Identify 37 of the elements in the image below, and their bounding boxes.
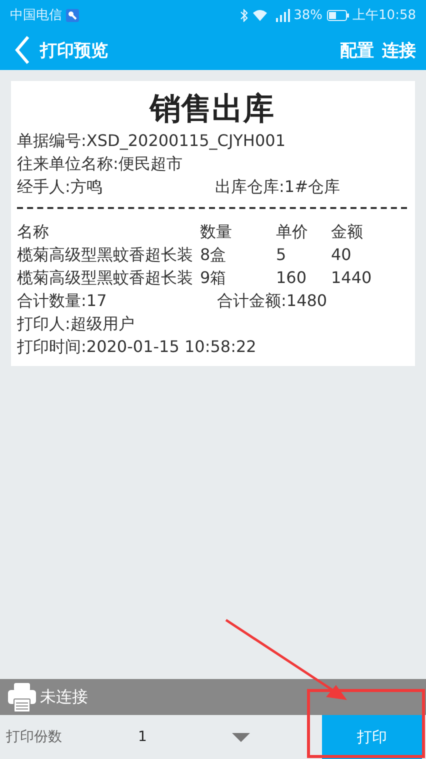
- receipt-info: 出库仓库:1#仓库: [215, 176, 341, 198]
- receipt-title: 销售出库: [148, 90, 275, 129]
- battery-percent: 38%: [294, 8, 323, 22]
- table-cell-text: 榄菊高级型黑蚊香超长装: [17, 267, 194, 289]
- receipt-info: 打印人:超级用户: [17, 313, 136, 335]
- printer-status: 未连接: [40, 686, 88, 708]
- copies-dropdown[interactable]: 1: [138, 729, 250, 745]
- page-title: 打印预览: [40, 40, 108, 62]
- carrier-name: 中国电信: [10, 7, 62, 24]
- copies-label: 打印份数: [6, 728, 63, 746]
- print-button[interactable]: 打印: [322, 715, 422, 759]
- receipt-info: 单据编号:XSD_20200115_CJYH001: [17, 130, 286, 152]
- column-header: 金额: [331, 221, 364, 243]
- total-text: 合计金额:1480: [217, 290, 328, 312]
- dropdown-caret-icon: [232, 732, 250, 742]
- column-header: 单价: [276, 221, 309, 243]
- header-action[interactable]: 配置: [336, 38, 378, 62]
- column-header: 名称: [17, 221, 50, 243]
- column-header: 数量: [200, 221, 233, 243]
- table-cell-text: 5: [276, 244, 288, 266]
- table-cell-text: 1440: [331, 267, 373, 289]
- receipt-info: 打印时间:2020-01-15 10:58:22: [17, 336, 258, 358]
- back-button[interactable]: [14, 35, 30, 65]
- app-notification-icon: [66, 8, 79, 22]
- table-cell-text: 160: [276, 267, 308, 289]
- receipt-info: 往来单位名称:便民超市: [17, 153, 184, 175]
- table-cell-text: 榄菊高级型黑蚊香超长装: [17, 244, 194, 266]
- bluetooth-icon: [240, 8, 248, 22]
- header-action[interactable]: 连接: [378, 38, 420, 62]
- total-text: 合计数量:17: [17, 290, 108, 312]
- battery-icon: [326, 10, 349, 20]
- table-cell-text: 8盒: [200, 244, 228, 266]
- receipt-info: 经手人:方鸣: [17, 176, 104, 198]
- table-cell-text: 40: [331, 244, 352, 266]
- table-cell-text: 9箱: [200, 267, 228, 289]
- clock-time: 上午10:58: [352, 7, 416, 24]
- wifi-icon: [252, 9, 268, 21]
